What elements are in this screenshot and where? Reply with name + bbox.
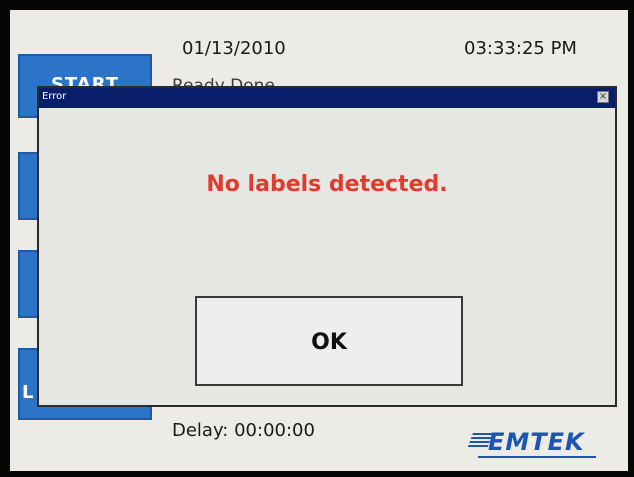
close-icon[interactable]: × bbox=[597, 91, 609, 103]
error-message: No labels detected. bbox=[206, 172, 448, 197]
logo-underline bbox=[478, 456, 596, 458]
logo-text: EMTEK bbox=[488, 428, 585, 456]
screen-bezel: 01/13/2010 03:33:25 PM Ready Done START … bbox=[0, 0, 634, 477]
ok-button[interactable]: OK bbox=[195, 296, 463, 386]
time-display: 03:33:25 PM bbox=[464, 38, 577, 59]
error-dialog: Error × No labels detected. OK bbox=[37, 86, 617, 407]
dialog-titlebar: Error × bbox=[39, 88, 615, 108]
emtek-logo: EMTEK bbox=[467, 428, 585, 456]
date-display: 01/13/2010 bbox=[182, 38, 286, 59]
dialog-title: Error bbox=[42, 91, 67, 102]
delay-readout: Delay: 00:00:00 bbox=[172, 420, 315, 441]
touch-screen: 01/13/2010 03:33:25 PM Ready Done START … bbox=[10, 10, 628, 471]
side-button-4-label: L bbox=[22, 382, 34, 403]
ok-button-label: OK bbox=[311, 330, 347, 355]
